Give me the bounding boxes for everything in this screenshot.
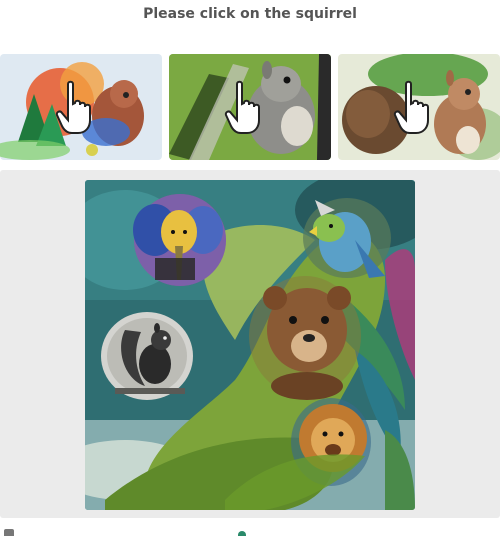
example-image-1 (0, 54, 162, 160)
challenge-image[interactable] (85, 180, 415, 510)
parrot-animal[interactable] (303, 198, 391, 278)
refresh-icon[interactable] (238, 531, 246, 536)
captcha-widget: Please click on the squirrel (0, 0, 500, 536)
instruction-text: Please click on the squirrel (143, 6, 357, 22)
example-image-3 (338, 54, 500, 160)
hand-pointer-icon (224, 80, 260, 134)
hand-pointer-icon (55, 80, 91, 134)
example-image-2 (169, 54, 331, 160)
menu-icon[interactable] (4, 529, 14, 536)
squirrel-animal[interactable] (101, 312, 193, 400)
hand-pointer-icon (393, 80, 429, 134)
challenge-area (0, 170, 500, 518)
footer-bar (0, 528, 500, 536)
example-images (0, 54, 500, 160)
jungle-animals-image[interactable] (85, 180, 415, 510)
